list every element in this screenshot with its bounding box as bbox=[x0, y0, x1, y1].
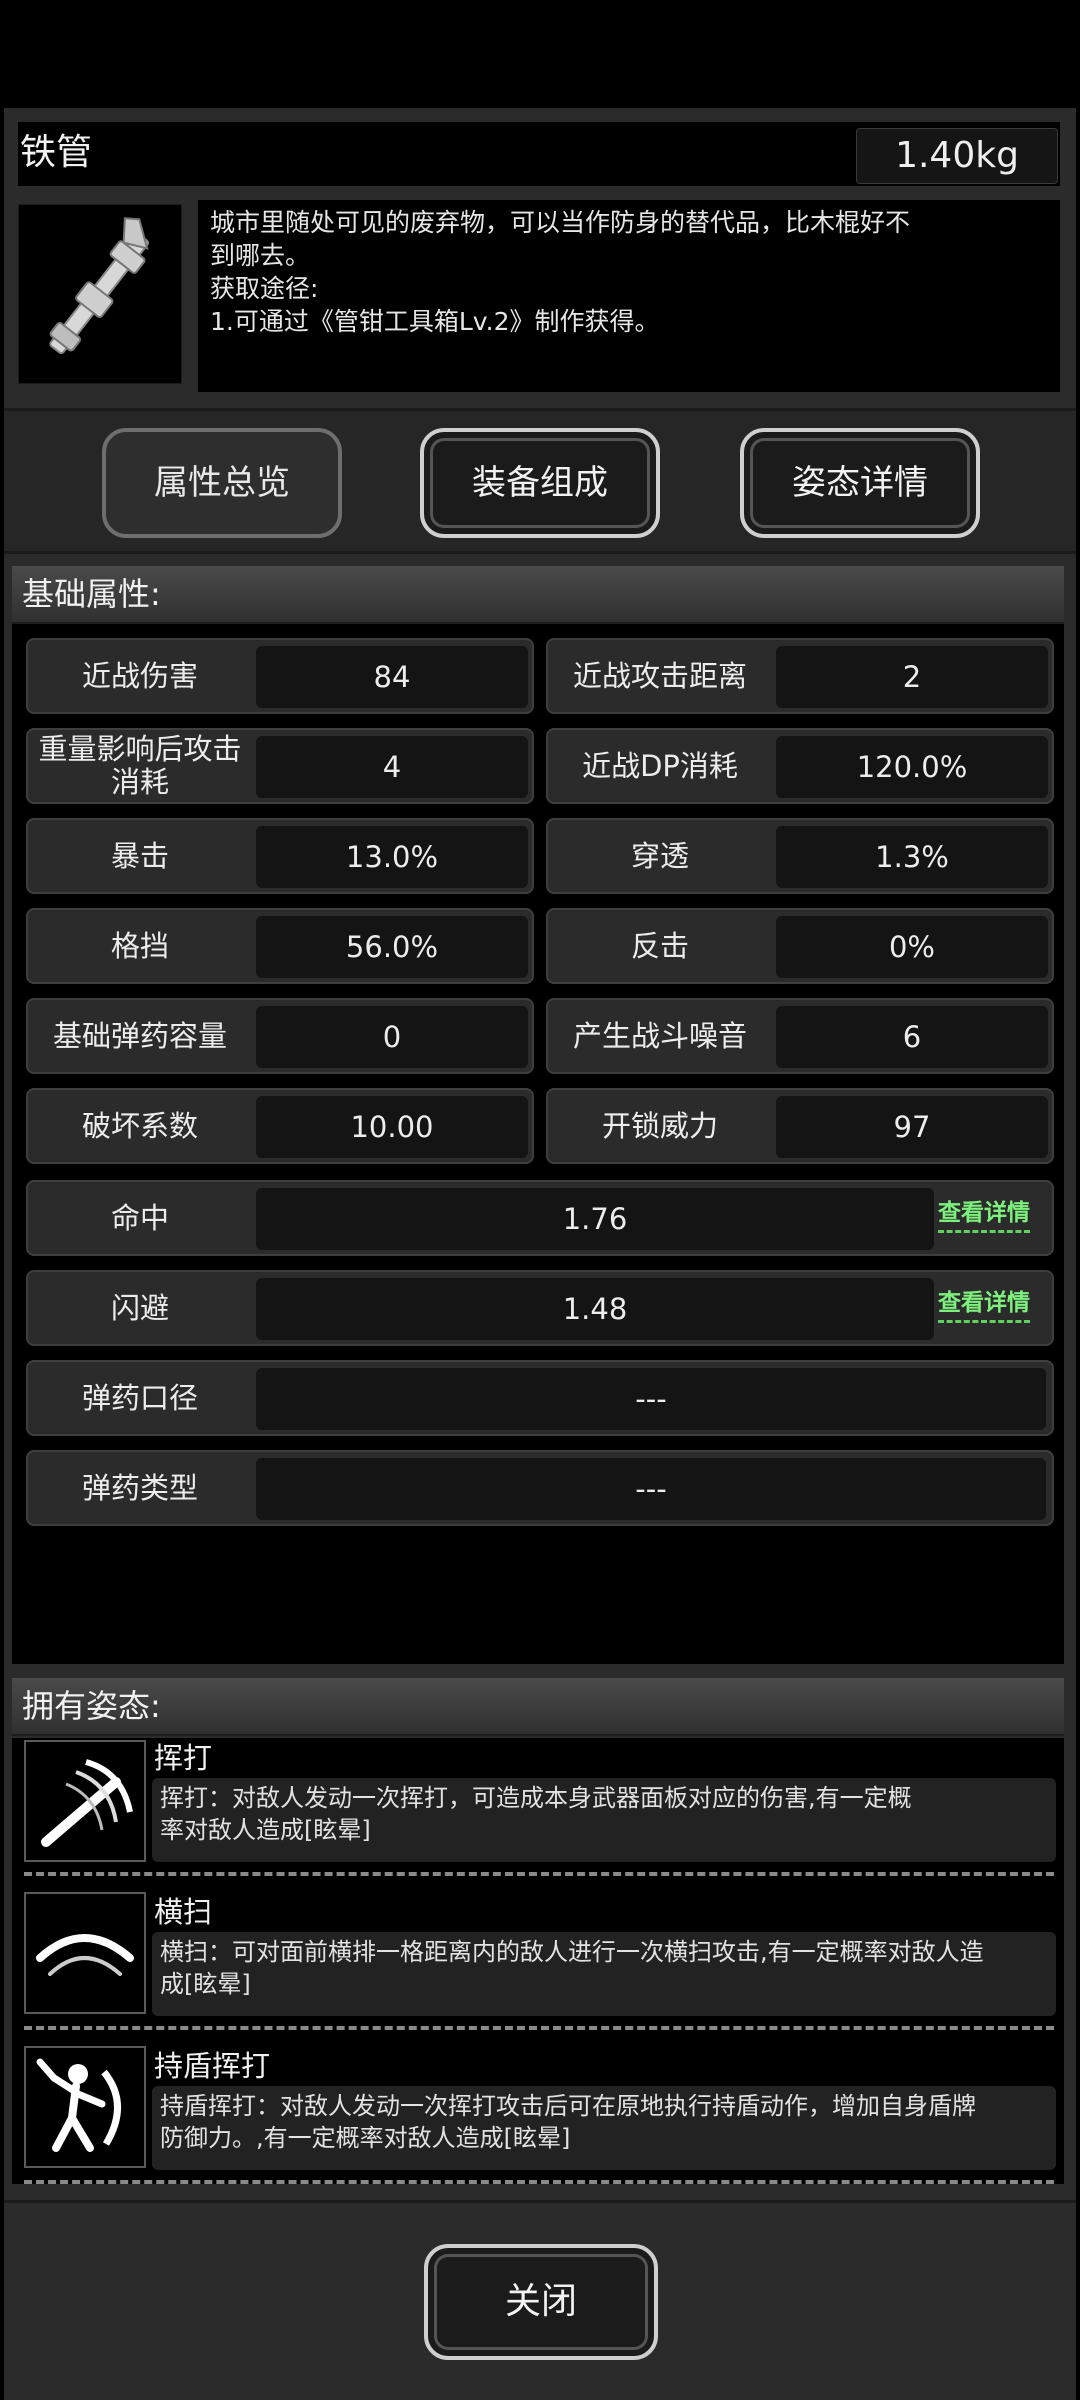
stance-desc-line: 横扫：可对面前横排一格距离内的敌人进行一次横扫攻击,有一定概率对敌人造 bbox=[160, 1938, 984, 1966]
accuracy-detail-link[interactable]: 查看详情 bbox=[938, 1198, 1030, 1233]
stance-desc-line: 成[眩晕] bbox=[160, 1970, 251, 1998]
sweep-arc-icon bbox=[24, 1892, 146, 2014]
stat-value: 1.76 bbox=[256, 1188, 934, 1250]
stance-divider bbox=[24, 1872, 1054, 1876]
stance-name: 挥打 bbox=[154, 1741, 213, 1775]
description-line: 1.可通过《管钳工具箱Lv.2》制作获得。 bbox=[210, 307, 660, 336]
description-line: 到哪去。 bbox=[210, 241, 311, 270]
stat-label: 暴击 bbox=[110, 838, 169, 873]
stat-value: 2 bbox=[776, 646, 1048, 708]
tab-stance-details[interactable]: 姿态详情 bbox=[740, 428, 980, 538]
shield-swing-icon bbox=[24, 2046, 146, 2168]
stat-label: 弹药口径 bbox=[81, 1380, 198, 1415]
stat-accuracy: 命中 1.76 查看详情 bbox=[26, 1180, 1054, 1256]
stat-label: 破坏系数 bbox=[81, 1108, 198, 1143]
stat-value: 0% bbox=[776, 916, 1048, 978]
stat-label: 命中 bbox=[110, 1200, 169, 1235]
stat-label: 格挡 bbox=[110, 928, 169, 963]
tab-equipment-composition[interactable]: 装备组成 bbox=[420, 428, 660, 538]
stat-value: 120.0% bbox=[776, 736, 1048, 798]
stat-label: 闪避 bbox=[110, 1290, 169, 1325]
stat-label: 反击 bbox=[630, 928, 689, 963]
stat-destruction: 破坏系数 10.00 bbox=[26, 1088, 534, 1164]
stat-label: 产生战斗噪音 bbox=[572, 1018, 747, 1053]
evasion-detail-link[interactable]: 查看详情 bbox=[938, 1288, 1030, 1323]
item-weight: 1.40kg bbox=[856, 128, 1058, 184]
stat-ammo-caliber: 弹药口径 --- bbox=[26, 1360, 1054, 1436]
stat-label: 弹药类型 bbox=[81, 1470, 198, 1505]
description-line: 获取途径: bbox=[210, 274, 319, 303]
stat-lockpick-power: 开锁威力 97 bbox=[546, 1088, 1054, 1164]
close-button[interactable]: 关闭 bbox=[424, 2244, 658, 2360]
stance-description: 挥打：对敌人发动一次挥打，可造成本身武器面板对应的伤害,有一定概 率对敌人造成[… bbox=[152, 1778, 1056, 1862]
stat-ammo-capacity: 基础弹药容量 0 bbox=[26, 998, 534, 1074]
stat-value: 97 bbox=[776, 1096, 1048, 1158]
swing-strike-icon bbox=[24, 1740, 146, 1862]
item-description: 城市里随处可见的废弃物，可以当作防身的替代品，比木棍好不 到哪去。 获取途径: … bbox=[198, 200, 1060, 392]
stat-label: 穿透 bbox=[630, 838, 689, 873]
stat-label: 重量影响后攻击消耗 bbox=[38, 732, 242, 799]
stat-value: --- bbox=[256, 1368, 1046, 1430]
stance-name: 横扫 bbox=[154, 1895, 213, 1929]
stat-value: 84 bbox=[256, 646, 528, 708]
stat-label: 基础弹药容量 bbox=[52, 1018, 227, 1053]
stance-divider bbox=[24, 2180, 1054, 2184]
stat-melee-range: 近战攻击距离 2 bbox=[546, 638, 1054, 714]
stance-description: 横扫：可对面前横排一格距离内的敌人进行一次横扫攻击,有一定概率对敌人造 成[眩晕… bbox=[152, 1932, 1056, 2016]
stat-value: 10.00 bbox=[256, 1096, 528, 1158]
stat-melee-dp-cost: 近战DP消耗 120.0% bbox=[546, 728, 1054, 804]
stat-value: 56.0% bbox=[256, 916, 528, 978]
stat-value: 13.0% bbox=[256, 826, 528, 888]
stat-value: 0 bbox=[256, 1006, 528, 1068]
stat-critical: 暴击 13.0% bbox=[26, 818, 534, 894]
stance-desc-line: 率对敌人造成[眩晕] bbox=[160, 1816, 371, 1844]
stat-penetration: 穿透 1.3% bbox=[546, 818, 1054, 894]
item-name: 铁管 bbox=[20, 132, 93, 173]
item-image bbox=[18, 204, 182, 384]
stat-evasion: 闪避 1.48 查看详情 bbox=[26, 1270, 1054, 1346]
stat-value: --- bbox=[256, 1458, 1046, 1520]
stat-label: 近战DP消耗 bbox=[582, 748, 738, 783]
stance-desc-line: 持盾挥打：对敌人发动一次挥打攻击后可在原地执行持盾动作，增加自身盾牌 bbox=[160, 2092, 976, 2120]
stat-counter: 反击 0% bbox=[546, 908, 1054, 984]
stances-header: 拥有姿态: bbox=[12, 1678, 1064, 1736]
stat-label: 近战攻击距离 bbox=[572, 658, 747, 693]
stat-label: 开锁威力 bbox=[601, 1108, 718, 1143]
stance-desc-line: 挥打：对敌人发动一次挥打，可造成本身武器面板对应的伤害,有一定概 bbox=[160, 1784, 912, 1812]
stat-block: 格挡 56.0% bbox=[26, 908, 534, 984]
stat-combat-noise: 产生战斗噪音 6 bbox=[546, 998, 1054, 1074]
stance-divider bbox=[24, 2026, 1054, 2030]
stance-name: 持盾挥打 bbox=[154, 2049, 271, 2083]
stat-value: 1.3% bbox=[776, 826, 1048, 888]
stat-value: 4 bbox=[256, 736, 528, 798]
iron-pipe-icon bbox=[49, 217, 150, 355]
basic-attributes-header: 基础属性: bbox=[12, 566, 1064, 624]
stat-melee-damage: 近战伤害 84 bbox=[26, 638, 534, 714]
stat-value: 6 bbox=[776, 1006, 1048, 1068]
stat-weight-attack-cost: 重量影响后攻击消耗 4 bbox=[26, 728, 534, 804]
stat-label: 近战伤害 bbox=[81, 658, 198, 693]
stat-value: 1.48 bbox=[256, 1278, 934, 1340]
stance-description: 持盾挥打：对敌人发动一次挥打攻击后可在原地执行持盾动作，增加自身盾牌 防御力。,… bbox=[152, 2086, 1056, 2170]
stat-ammo-type: 弹药类型 --- bbox=[26, 1450, 1054, 1526]
stance-desc-line: 防御力。,有一定概率对敌人造成[眩晕] bbox=[160, 2124, 571, 2152]
tab-attribute-overview[interactable]: 属性总览 bbox=[102, 428, 342, 538]
description-line: 城市里随处可见的废弃物，可以当作防身的替代品，比木棍好不 bbox=[210, 208, 911, 237]
